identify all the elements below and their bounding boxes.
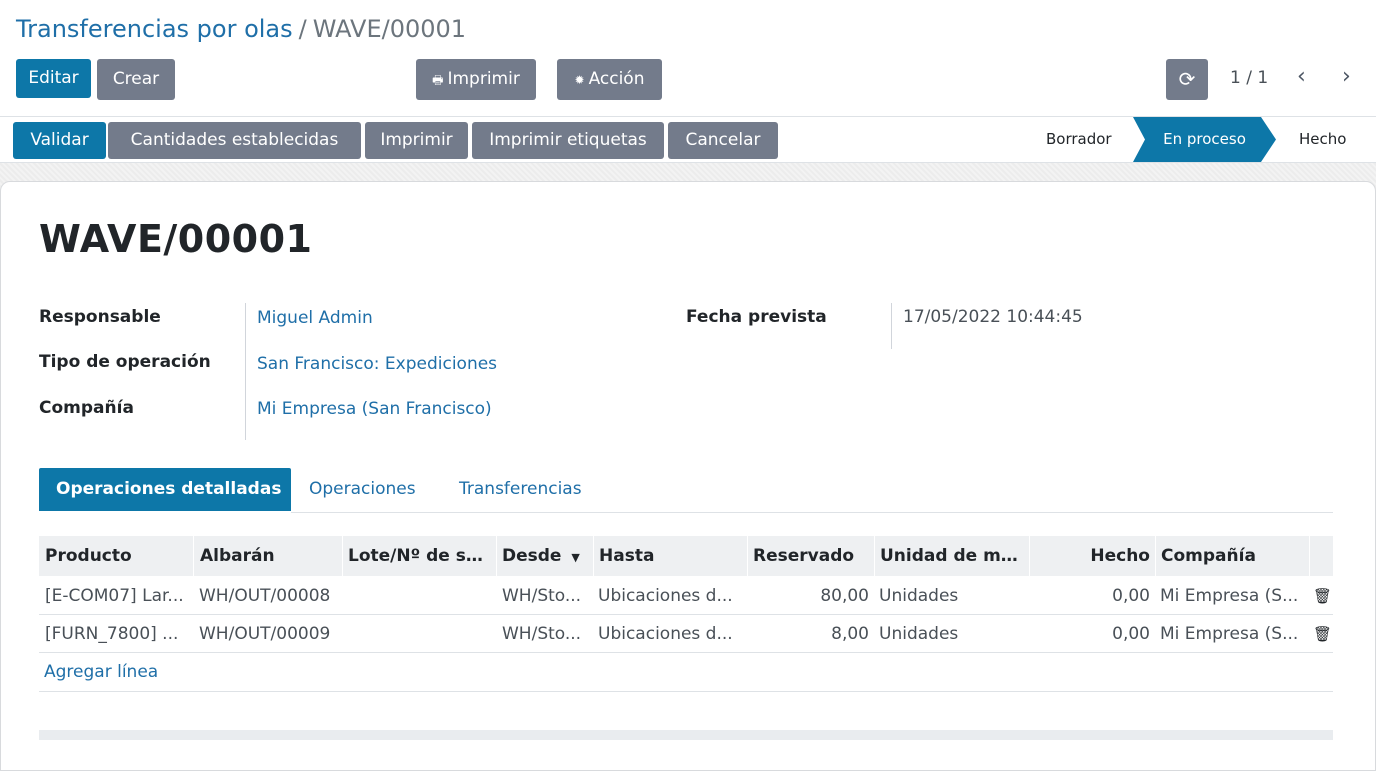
- scheduled-date-value: 17/05/2022 10:44:45: [903, 307, 1083, 327]
- add-line-row: Agregar línea: [39, 653, 1333, 692]
- column-header-uom[interactable]: Unidad de me...: [874, 536, 1029, 576]
- refresh-icon: ⟳: [1178, 67, 1196, 91]
- cell-delivery[interactable]: WH/OUT/00009: [193, 615, 343, 653]
- control-panel: Transferencias por olas / WAVE/00001 Edita…: [0, 0, 1376, 116]
- stage-draft[interactable]: Borrador: [1046, 117, 1112, 162]
- cell-company[interactable]: Mi Empresa (S...: [1154, 615, 1309, 653]
- tab-detailed-operations[interactable]: Operaciones detalladas: [39, 468, 291, 511]
- column-header-product[interactable]: Producto: [39, 536, 193, 576]
- print-dropdown-button[interactable]: 🖶 Imprimir: [416, 59, 536, 100]
- breadcrumb-parent-link[interactable]: Transferencias por olas: [16, 15, 293, 43]
- table-row[interactable]: [FURN_7800] ... WH/OUT/00009 WH/Sto... U…: [39, 615, 1333, 653]
- cell-product[interactable]: [E-COM07] Lar...: [39, 577, 193, 615]
- stage-done[interactable]: Hecho: [1299, 117, 1346, 162]
- operation-type-label: Tipo de operación: [39, 352, 211, 372]
- print-button[interactable]: Imprimir: [365, 122, 468, 159]
- cell-to[interactable]: Ubicaciones d...: [592, 615, 747, 653]
- column-header-done[interactable]: Hecho: [1029, 536, 1156, 576]
- cell-reserved[interactable]: 80,00: [747, 577, 875, 615]
- table-row[interactable]: [E-COM07] Lar... WH/OUT/00008 WH/Sto... …: [39, 577, 1333, 615]
- sort-desc-icon: ▼: [571, 551, 580, 564]
- table-header: Producto Albarán Lote/Nº de ser... Desde…: [39, 536, 1333, 576]
- column-header-from-label: Desde: [502, 546, 562, 566]
- cell-lot[interactable]: [342, 577, 496, 615]
- cell-reserved[interactable]: 8,00: [747, 615, 875, 653]
- breadcrumb-current: WAVE/00001: [312, 15, 467, 43]
- add-line-link[interactable]: Agregar línea: [44, 653, 158, 691]
- column-header-company[interactable]: Compañía: [1155, 536, 1309, 576]
- trash-icon[interactable]: 🗑: [1309, 577, 1333, 615]
- tab-underline: [291, 512, 1333, 513]
- set-quantities-button[interactable]: Cantidades establecidas: [108, 122, 361, 159]
- statusbar: Validar Cantidades establecidas Imprimir…: [0, 116, 1376, 163]
- stage-in-progress-label: En proceso: [1163, 130, 1246, 148]
- tab-transfers[interactable]: Transferencias: [459, 468, 582, 511]
- stage-in-progress[interactable]: En proceso: [1133, 117, 1276, 162]
- action-dropdown-button[interactable]: ✹ Acción: [557, 59, 662, 100]
- column-header-to[interactable]: Hasta: [593, 536, 747, 576]
- field-divider-right: [891, 303, 892, 349]
- validate-button[interactable]: Validar: [13, 122, 106, 159]
- cell-done[interactable]: 0,00: [1029, 615, 1156, 653]
- scheduled-date-label: Fecha prevista: [686, 307, 827, 327]
- breadcrumb: Transferencias por olas / WAVE/00001: [16, 14, 466, 44]
- cell-from[interactable]: WH/Sto...: [496, 615, 593, 653]
- cell-product[interactable]: [FURN_7800] ...: [39, 615, 193, 653]
- record-title: WAVE/00001: [39, 217, 313, 261]
- printer-icon: 🖶: [432, 73, 444, 87]
- cell-lot[interactable]: [342, 615, 496, 653]
- cell-from[interactable]: WH/Sto...: [496, 577, 593, 615]
- create-button[interactable]: Crear: [97, 59, 175, 100]
- column-header-from[interactable]: Desde ▼: [496, 536, 592, 576]
- pager-value[interactable]: 1 / 1: [1230, 68, 1268, 88]
- cancel-button[interactable]: Cancelar: [668, 122, 778, 159]
- responsible-link[interactable]: Miguel Admin: [257, 308, 373, 328]
- print-label: Imprimir: [447, 69, 520, 89]
- column-header-lot[interactable]: Lote/Nº de ser...: [342, 536, 496, 576]
- tab-operations[interactable]: Operaciones: [309, 468, 416, 511]
- cell-delivery[interactable]: WH/OUT/00008: [193, 577, 343, 615]
- horizontal-scrollbar[interactable]: [39, 730, 1333, 740]
- cell-done[interactable]: 0,00: [1029, 577, 1156, 615]
- column-divider: [1309, 536, 1310, 576]
- action-label: Acción: [588, 69, 645, 89]
- chevron-right-icon[interactable]: ›: [1342, 64, 1351, 89]
- column-header-delivery[interactable]: Albarán: [194, 536, 342, 576]
- column-header-reserved[interactable]: Reservado: [747, 536, 875, 576]
- cell-company[interactable]: Mi Empresa (S...: [1154, 577, 1309, 615]
- company-label: Compañía: [39, 398, 134, 418]
- responsible-label: Responsable: [39, 307, 161, 327]
- cell-to[interactable]: Ubicaciones d...: [592, 577, 747, 615]
- refresh-button[interactable]: ⟳: [1166, 59, 1208, 100]
- cell-uom[interactable]: Unidades: [873, 615, 1029, 653]
- edit-button[interactable]: Editar: [16, 59, 91, 98]
- company-link[interactable]: Mi Empresa (San Francisco): [257, 399, 492, 419]
- field-divider: [245, 303, 246, 440]
- operation-type-link[interactable]: San Francisco: Expediciones: [257, 354, 497, 374]
- print-labels-button[interactable]: Imprimir etiquetas: [472, 122, 664, 159]
- chevron-left-icon[interactable]: ‹: [1297, 64, 1306, 89]
- cell-uom[interactable]: Unidades: [873, 577, 1029, 615]
- trash-icon[interactable]: 🗑: [1309, 615, 1333, 653]
- gear-icon: ✹: [574, 73, 585, 87]
- breadcrumb-separator: /: [298, 15, 307, 43]
